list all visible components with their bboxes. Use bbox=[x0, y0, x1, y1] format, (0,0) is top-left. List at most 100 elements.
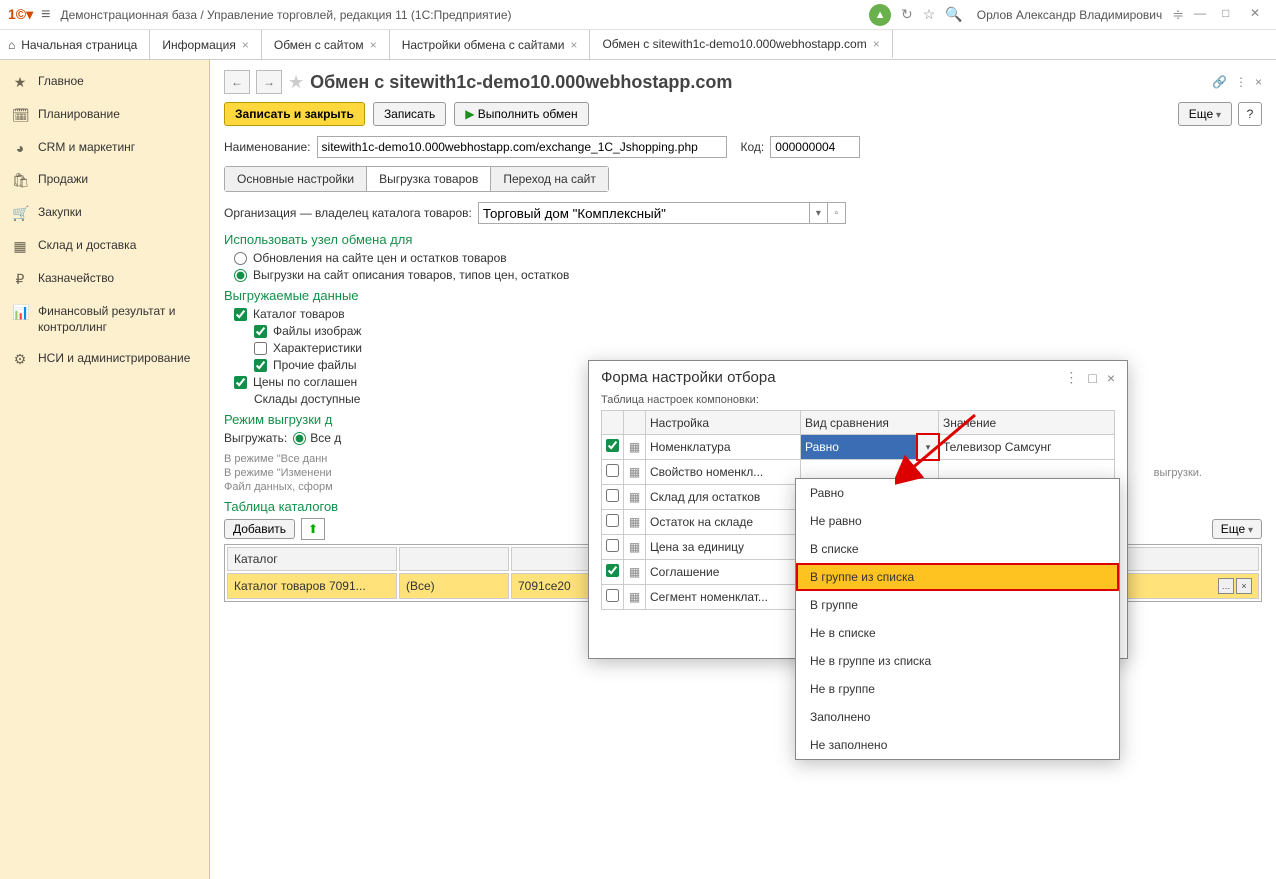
dropdown-item[interactable]: Заполнено bbox=[796, 703, 1119, 731]
checkbox-input[interactable] bbox=[234, 308, 247, 321]
cell-setting[interactable]: Свойство номенкл... bbox=[646, 460, 801, 485]
sidebar-item-planning[interactable]: 🗓Планирование bbox=[0, 99, 209, 132]
checkbox-input[interactable] bbox=[254, 359, 267, 372]
dropdown-item[interactable]: Не в списке bbox=[796, 619, 1119, 647]
checkbox-input[interactable] bbox=[234, 376, 247, 389]
radio-input[interactable] bbox=[234, 269, 247, 282]
cell-2[interactable]: (Все) bbox=[399, 573, 509, 599]
checkbox-input[interactable] bbox=[606, 464, 619, 477]
radio-update[interactable]: Обновления на сайте цен и остатков товар… bbox=[234, 251, 1262, 265]
save-close-button[interactable]: Записать и закрыть bbox=[224, 102, 365, 126]
tab-exchange[interactable]: Обмен с сайтом × bbox=[262, 30, 390, 59]
favorite-icon[interactable]: ★ bbox=[288, 72, 304, 93]
filter-row[interactable]: ▦ Номенклатура Равно▾ Телевизор Самсунг bbox=[602, 435, 1115, 460]
add-button[interactable]: Добавить bbox=[224, 519, 295, 539]
close-icon[interactable]: × bbox=[873, 37, 880, 51]
col-setting[interactable]: Настройка bbox=[646, 411, 801, 435]
checkbox-input[interactable] bbox=[254, 342, 267, 355]
kebab-icon[interactable]: ⋮ bbox=[1235, 75, 1247, 89]
col-catalog[interactable]: Каталог bbox=[227, 547, 397, 571]
cell-check[interactable] bbox=[602, 435, 624, 460]
kebab-icon[interactable]: ⋮ bbox=[1064, 369, 1078, 386]
username[interactable]: Орлов Александр Владимирович bbox=[977, 8, 1163, 22]
cell-catalog[interactable]: Каталог товаров 7091... bbox=[227, 573, 397, 599]
dropdown-item[interactable]: В группе из списка bbox=[796, 563, 1119, 591]
close-icon[interactable]: × bbox=[242, 38, 249, 52]
sidebar-item-treasury[interactable]: ₽Казначейство bbox=[0, 263, 209, 296]
code-input[interactable] bbox=[770, 136, 860, 158]
history-icon[interactable]: ↻ bbox=[901, 6, 913, 23]
checkbox-input[interactable] bbox=[606, 564, 619, 577]
dropdown-item[interactable]: Равно bbox=[796, 479, 1119, 507]
dropdown-item[interactable]: Не в группе из списка bbox=[796, 647, 1119, 675]
checkbox-input[interactable] bbox=[606, 514, 619, 527]
run-exchange-button[interactable]: Выполнить обмен bbox=[454, 102, 588, 126]
back-button[interactable]: ← bbox=[224, 70, 250, 94]
tab-home[interactable]: ⌂ Начальная страница bbox=[0, 30, 150, 59]
notification-icon[interactable]: ▲ bbox=[869, 4, 891, 26]
settings-icon[interactable]: ≑ bbox=[1172, 6, 1184, 23]
sidebar-item-sales[interactable]: 🛍Продажи bbox=[0, 164, 209, 197]
cell-check[interactable] bbox=[602, 535, 624, 560]
sidebar-item-warehouse[interactable]: ▦Склад и доставка bbox=[0, 230, 209, 263]
radio-all[interactable]: Все д bbox=[293, 431, 341, 445]
save-button[interactable]: Записать bbox=[373, 102, 446, 126]
ellipsis-button[interactable]: … bbox=[1218, 578, 1234, 594]
sidebar-item-crm[interactable]: ◕CRM и маркетинг bbox=[0, 132, 209, 164]
more-button[interactable]: Еще bbox=[1178, 102, 1232, 126]
star-icon[interactable]: ☆ bbox=[923, 6, 936, 23]
more-button-2[interactable]: Еще bbox=[1212, 519, 1262, 539]
cell-check[interactable] bbox=[602, 585, 624, 610]
close-icon[interactable]: × bbox=[570, 38, 577, 52]
org-input[interactable] bbox=[479, 203, 809, 223]
dropdown-icon[interactable]: ▾ bbox=[809, 203, 827, 223]
cell-check[interactable] bbox=[602, 510, 624, 535]
col-2[interactable] bbox=[399, 547, 509, 571]
radio-input[interactable] bbox=[293, 432, 306, 445]
checkbox-input[interactable] bbox=[254, 325, 267, 338]
up-button[interactable]: ⬆ bbox=[301, 518, 325, 540]
check-chars[interactable]: Характеристики bbox=[254, 341, 1262, 355]
cell-check[interactable] bbox=[602, 485, 624, 510]
checkbox-input[interactable] bbox=[606, 439, 619, 452]
sidebar-item-main[interactable]: ★Главное bbox=[0, 66, 209, 99]
checkbox-input[interactable] bbox=[606, 589, 619, 602]
tab2-basic[interactable]: Основные настройки bbox=[225, 167, 367, 191]
dropdown-item[interactable]: Не заполнено bbox=[796, 731, 1119, 759]
name-input[interactable] bbox=[317, 136, 727, 158]
sidebar-item-purchase[interactable]: 🛒Закупки bbox=[0, 197, 209, 230]
cell-value[interactable]: Телевизор Самсунг bbox=[939, 435, 1115, 460]
cell-check[interactable] bbox=[602, 460, 624, 485]
sidebar-item-finance[interactable]: 📊Финансовый результат и контроллинг bbox=[0, 296, 209, 343]
close-icon[interactable]: × bbox=[1107, 370, 1115, 386]
radio-export[interactable]: Выгрузки на сайт описания товаров, типов… bbox=[234, 268, 1262, 282]
cell-setting[interactable]: Остаток на складе bbox=[646, 510, 801, 535]
checkbox-input[interactable] bbox=[606, 539, 619, 552]
cell-setting[interactable]: Склад для остатков bbox=[646, 485, 801, 510]
dropdown-item[interactable]: В группе bbox=[796, 591, 1119, 619]
open-icon[interactable]: ▫ bbox=[827, 203, 845, 223]
cell-setting[interactable]: Номенклатура bbox=[646, 435, 801, 460]
clear-button[interactable]: × bbox=[1236, 578, 1252, 594]
tab-settings[interactable]: Настройки обмена с сайтами × bbox=[390, 30, 591, 59]
cell-setting[interactable]: Сегмент номенклат... bbox=[646, 585, 801, 610]
col-value[interactable]: Значение bbox=[939, 411, 1115, 435]
tab2-export[interactable]: Выгрузка товаров bbox=[367, 167, 491, 191]
check-catalog[interactable]: Каталог товаров bbox=[234, 307, 1262, 321]
radio-input[interactable] bbox=[234, 252, 247, 265]
cell-setting[interactable]: Цена за единицу bbox=[646, 535, 801, 560]
sidebar-item-admin[interactable]: ⚙НСИ и администрирование bbox=[0, 343, 209, 376]
tab2-goto[interactable]: Переход на сайт bbox=[491, 167, 608, 191]
help-button[interactable]: ? bbox=[1238, 102, 1262, 126]
dropdown-button[interactable]: ▾ bbox=[916, 433, 940, 461]
maximize-icon[interactable]: □ bbox=[1088, 370, 1096, 386]
close-icon[interactable]: × bbox=[370, 38, 377, 52]
tab-current[interactable]: Обмен с sitewith1c-demo10.000webhostapp.… bbox=[590, 30, 892, 59]
col-comparison[interactable]: Вид сравнения bbox=[801, 411, 939, 435]
close-icon[interactable]: × bbox=[1255, 75, 1262, 89]
org-select[interactable]: ▾ ▫ bbox=[478, 202, 846, 224]
check-images[interactable]: Файлы изображ bbox=[254, 324, 1262, 338]
forward-button[interactable]: → bbox=[256, 70, 282, 94]
tab-info[interactable]: Информация × bbox=[150, 30, 262, 59]
hamburger-icon[interactable]: ≡ bbox=[41, 6, 50, 24]
